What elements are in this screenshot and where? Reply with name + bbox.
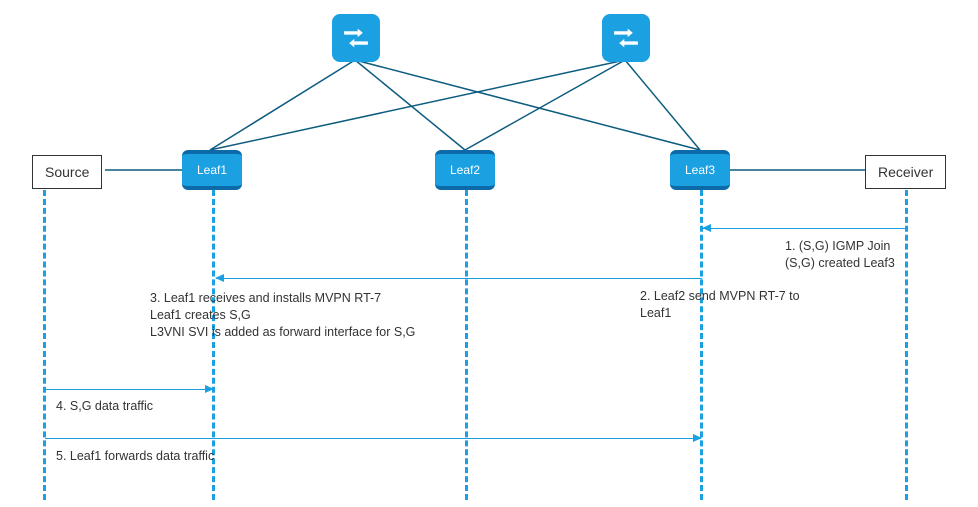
step-3-line3: L3VNI SVI is added as forward interface …	[150, 324, 530, 341]
receiver-label: Receiver	[878, 164, 933, 180]
leaf-2: Leaf2	[435, 150, 495, 190]
lifeline-leaf2	[465, 190, 468, 500]
msg-5-forward	[45, 438, 701, 439]
diagram-canvas: Leaf1 Leaf2 Leaf3 Source Receiver 1. (S,…	[0, 0, 978, 507]
step-3-line2: Leaf1 creates S,G	[150, 307, 530, 324]
step-1-line1: 1. (S,G) IGMP Join	[785, 238, 955, 255]
step-3-line1: 3. Leaf1 receives and installs MVPN RT-7	[150, 290, 530, 307]
switch-icon	[339, 21, 373, 55]
lifeline-leaf3	[700, 190, 703, 500]
step-3-annotation: 3. Leaf1 receives and installs MVPN RT-7…	[150, 290, 530, 341]
step-4-annotation: 4. S,G data traffic	[56, 398, 153, 415]
msg-2-mvpn-rt7	[216, 278, 702, 279]
source-label: Source	[45, 164, 89, 180]
msg-1-igmp-join	[703, 228, 905, 229]
source-host: Source	[32, 155, 102, 189]
leaf-1-label: Leaf1	[197, 163, 227, 177]
leaf-3: Leaf3	[670, 150, 730, 190]
leaf-1: Leaf1	[182, 150, 242, 190]
step-2-annotation: 2. Leaf2 send MVPN RT-7 to Leaf1	[640, 288, 860, 322]
step-5-annotation: 5. Leaf1 forwards data traffic	[56, 448, 214, 465]
msg-4-data-traffic	[45, 389, 213, 390]
step-2-line2: Leaf1	[640, 305, 860, 322]
receiver-host: Receiver	[865, 155, 946, 189]
lifeline-receiver	[905, 190, 908, 500]
leaf-2-label: Leaf2	[450, 163, 480, 177]
lifeline-source	[43, 190, 46, 500]
step-1-line2: (S,G) created Leaf3	[785, 255, 955, 272]
leaf-3-label: Leaf3	[685, 163, 715, 177]
switch-icon	[609, 21, 643, 55]
spine-switch-1	[332, 14, 380, 62]
step-2-line1: 2. Leaf2 send MVPN RT-7 to	[640, 288, 860, 305]
step-1-annotation: 1. (S,G) IGMP Join (S,G) created Leaf3	[785, 238, 955, 272]
spine-switch-2	[602, 14, 650, 62]
